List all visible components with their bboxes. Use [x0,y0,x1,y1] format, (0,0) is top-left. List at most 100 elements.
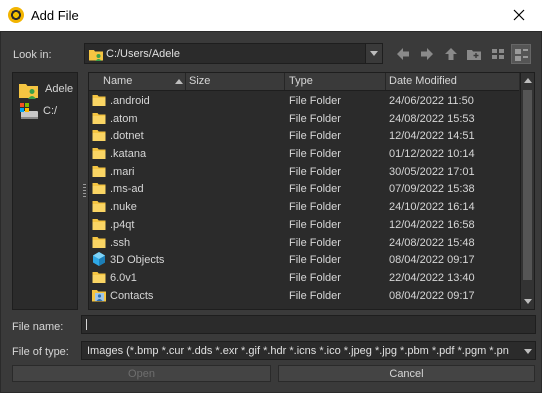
detail-view-icon [515,49,528,61]
column-header-name[interactable]: Name [89,73,186,90]
file-type-cell: File Folder [289,218,341,231]
file-type-cell: File Folder [289,236,341,249]
file-name-cell: .dotnet [110,130,144,143]
file-type-cell: File Folder [289,201,341,214]
list-view-button[interactable] [488,44,508,64]
parent-directory-button[interactable] [441,44,461,64]
sidebar-item-adele[interactable]: Adele [17,78,77,100]
back-button[interactable] [393,44,413,64]
sidebar-item-c-drive[interactable]: C:/ [17,100,77,122]
text-caret [86,319,87,330]
file-row[interactable]: 6.0v1 File Folder 22/04/2022 13:40 [89,268,519,286]
new-folder-button[interactable] [464,44,484,64]
file-type-cell: File Folder [289,112,341,125]
arrow-left-icon [397,48,409,60]
file-date-cell: 08/04/2022 09:17 [389,254,475,267]
file-name-cell: .nuke [110,201,137,214]
file-row[interactable]: .android File Folder 24/06/2022 11:50 [89,91,519,109]
column-header-size[interactable]: Size [186,73,285,90]
file-type-cell: File Folder [289,95,341,107]
file-name-input[interactable] [81,315,536,334]
detail-view-button[interactable] [511,44,531,64]
file-date-cell: 07/09/2022 15:38 [389,183,475,196]
file-row[interactable]: Contacts File Folder 08/04/2022 09:17 [89,286,519,304]
cancel-button[interactable]: Cancel [278,365,535,382]
scroll-down-icon[interactable] [524,299,532,304]
file-name-cell: .katana [110,148,147,161]
file-row[interactable]: 3D Objects File Folder 08/04/2022 09:17 [89,250,519,268]
file-date-cell: 24/10/2022 16:14 [389,201,475,214]
chevron-down-icon[interactable] [365,44,382,63]
file-type-combo[interactable]: Images (*.bmp *.cur *.dds *.exr *.gif *.… [81,341,536,360]
splitter-handle[interactable] [83,184,86,198]
file-row[interactable]: .katana File Folder 01/12/2022 10:14 [89,144,519,162]
file-list-header: Name Size Type Date Modified [89,73,519,91]
sidebar-item-label: C:/ [43,105,58,117]
file-type-cell: File Folder [289,148,341,161]
file-date-cell: 24/08/2022 15:53 [389,112,475,125]
file-row[interactable]: .dotnet File Folder 12/04/2022 14:51 [89,126,519,144]
file-date-cell: 22/04/2022 13:40 [389,271,475,284]
scroll-up-icon[interactable] [524,78,532,83]
file-name-cell: .ssh [110,236,131,249]
file-date-cell: 12/04/2022 14:51 [389,130,475,143]
app-logo-icon [8,7,24,23]
file-row[interactable]: .ssh File Folder 24/08/2022 15:48 [89,233,519,251]
file-date-cell: 01/12/2022 10:14 [389,148,475,161]
contacts-icon [91,287,107,306]
column-header-type[interactable]: Type [285,73,386,90]
file-date-cell: 30/05/2022 17:01 [389,165,475,178]
vertical-scrollbar[interactable] [520,73,534,309]
new-folder-icon [467,50,481,60]
file-date-cell: 24/08/2022 15:48 [389,236,475,249]
file-date-cell: 08/04/2022 09:17 [389,289,475,302]
look-in-path: C:/Users/Adele [106,48,180,60]
file-name-label: File name: [12,321,64,333]
file-type-cell: File Folder [289,289,341,302]
list-view-icon [492,49,504,59]
chevron-down-icon[interactable] [524,349,532,354]
sidebar-item-label: Adele [45,83,74,95]
forward-button[interactable] [417,44,437,64]
file-date-cell: 24/06/2022 11:50 [389,95,474,107]
file-date-cell: 12/04/2022 16:58 [389,218,475,231]
file-type-cell: File Folder [289,183,341,196]
file-type-cell: File Folder [289,271,341,284]
open-button[interactable]: Open [12,365,271,382]
file-row[interactable]: .mari File Folder 30/05/2022 17:01 [89,162,519,180]
look-in-label: Look in: [13,49,52,61]
window-title: Add File [31,8,79,23]
column-header-date-modified[interactable]: Date Modified [386,73,519,90]
file-type-cell: File Folder [289,254,341,267]
file-name-cell: .android [110,95,150,107]
file-list: Name Size Type Date Modified .android Fil… [88,72,535,310]
file-name-cell: 3D Objects [110,254,165,267]
drive-icon [20,103,38,119]
scrollbar-thumb[interactable] [523,90,532,280]
sort-ascending-icon [175,79,183,84]
file-row[interactable]: .ms-ad File Folder 07/09/2022 15:38 [89,179,519,197]
file-row[interactable]: .atom File Folder 24/08/2022 15:53 [89,109,519,127]
arrow-right-icon [421,48,433,60]
file-name-cell: .atom [110,112,138,125]
file-name-cell: .mari [110,165,135,178]
title-bar: Add File [0,0,542,31]
dialog-body: Look in: C:/Users/Adele Adele C:/ Name S… [0,31,542,393]
file-type-cell: File Folder [289,165,341,178]
file-name-cell: .p4qt [110,218,135,231]
file-type-value: Images (*.bmp *.cur *.dds *.exr *.gif *.… [87,345,509,357]
user-folder-icon [89,50,103,61]
file-row[interactable]: .p4qt File Folder 12/04/2022 16:58 [89,215,519,233]
add-file-dialog: Add File Look in: C:/Users/Adele Adele C… [0,0,542,393]
file-type-label: File of type: [12,346,69,358]
user-folder-icon [19,84,38,99]
close-button[interactable] [496,0,542,31]
close-icon [513,9,525,21]
arrow-up-icon [445,48,457,60]
file-name-cell: .ms-ad [110,183,144,196]
file-name-cell: 6.0v1 [110,271,137,284]
file-type-cell: File Folder [289,130,341,143]
file-row[interactable]: .nuke File Folder 24/10/2022 16:14 [89,197,519,215]
file-rows: .android File Folder 24/06/2022 11:50 .atom… [89,91,519,303]
look-in-combo[interactable]: C:/Users/Adele [84,43,383,64]
